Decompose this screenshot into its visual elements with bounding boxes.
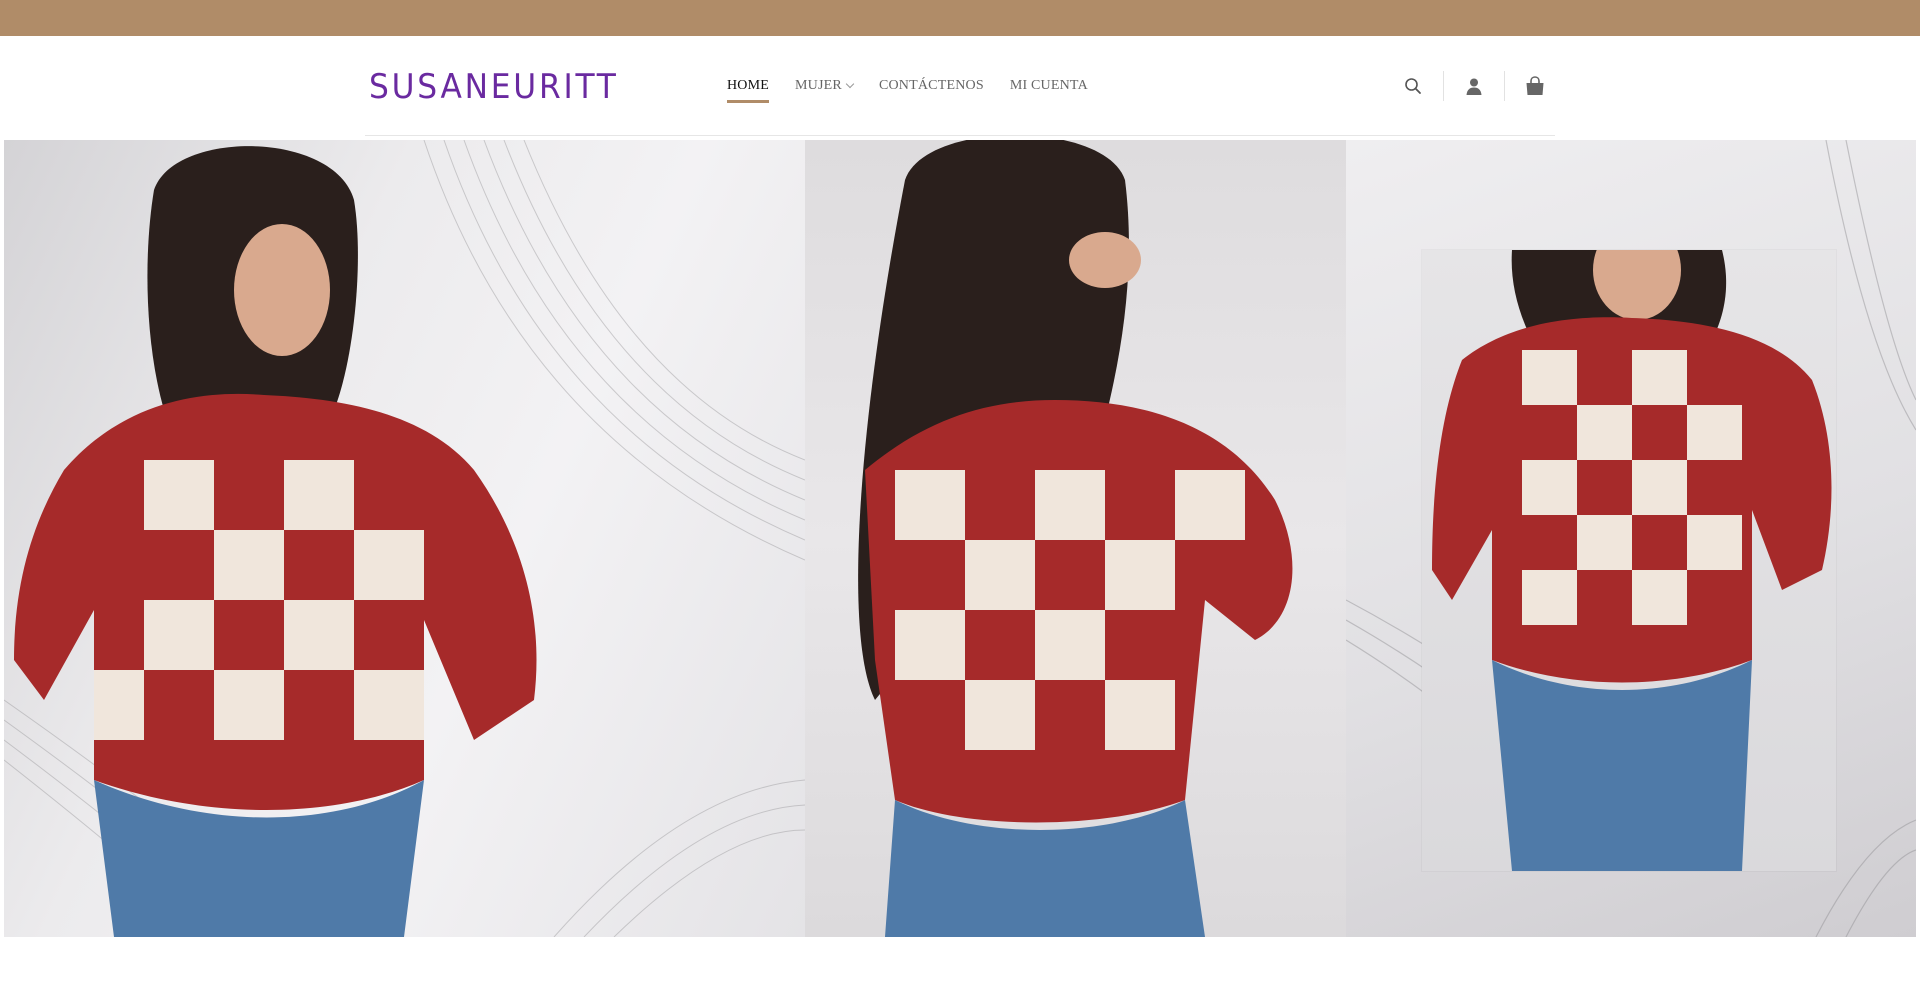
nav-item-label: CONTÁCTENOS <box>878 78 984 93</box>
model-photo-inset <box>1432 250 1832 871</box>
user-icon <box>1466 78 1482 95</box>
search-button[interactable] <box>1393 71 1433 101</box>
nav-item-mi-cuenta[interactable]: MI CUENTA <box>1010 36 1088 136</box>
hero-banner[interactable] <box>4 140 1916 937</box>
site-header: SUSANEURITT HOME MUJER CONTÁCTENOS MI CU… <box>0 36 1920 138</box>
nav-item-home[interactable]: HOME <box>727 36 770 136</box>
top-announcement-bar <box>0 0 1920 36</box>
nav-item-label: MUJER <box>795 78 842 93</box>
header-icons <box>1393 36 1555 136</box>
main-nav: HOME MUJER CONTÁCTENOS MI CUENTA <box>727 36 1114 136</box>
divider <box>1443 71 1444 101</box>
nav-item-label: MI CUENTA <box>1009 78 1088 93</box>
hero-image-inset <box>1422 250 1836 871</box>
nav-item-contactenos[interactable]: CONTÁCTENOS <box>879 36 984 136</box>
nav-item-mujer[interactable]: MUJER <box>795 36 855 136</box>
model-photo-front <box>14 146 537 937</box>
hero-image-back <box>805 140 1346 937</box>
hero-image-front <box>4 140 805 937</box>
account-button[interactable] <box>1454 71 1494 101</box>
shopping-bag-icon <box>1526 76 1544 95</box>
site-logo[interactable]: SUSANEURITT <box>369 70 619 104</box>
nav-item-label: HOME <box>727 78 770 93</box>
model-photo-back <box>858 140 1293 937</box>
header-inner: SUSANEURITT HOME MUJER CONTÁCTENOS MI CU… <box>365 36 1555 136</box>
search-icon <box>1405 78 1421 94</box>
chevron-down-icon <box>845 79 855 89</box>
divider <box>1504 71 1505 101</box>
cart-button[interactable] <box>1515 71 1555 101</box>
